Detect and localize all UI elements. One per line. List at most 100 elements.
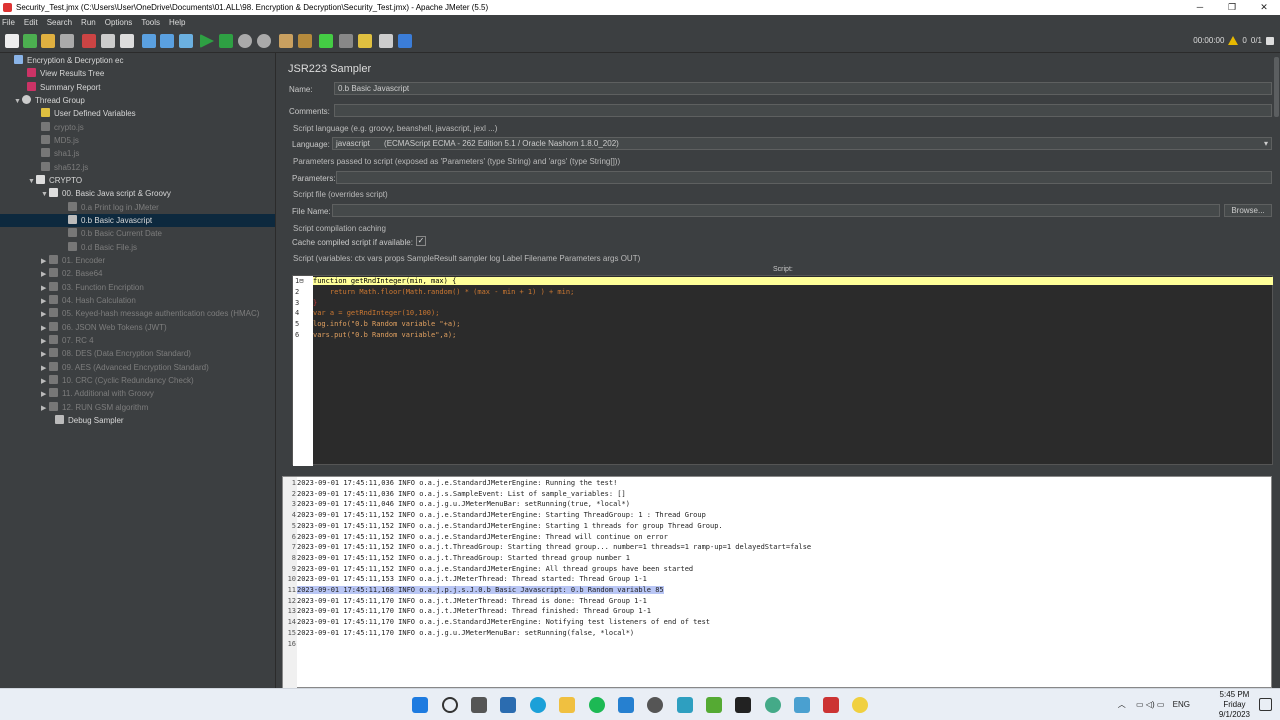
list-icon[interactable] bbox=[379, 34, 393, 48]
tree-item-view-results-tree[interactable]: View Results Tree bbox=[27, 67, 104, 80]
tree-item-summary-report[interactable]: Summary Report bbox=[27, 81, 100, 94]
expand-icon[interactable] bbox=[142, 34, 156, 48]
collapse-icon[interactable] bbox=[160, 34, 174, 48]
new-icon[interactable] bbox=[5, 34, 19, 48]
tree-item-additional-groovy[interactable]: ▶ 11. Additional with Groovy bbox=[41, 387, 154, 400]
open-icon[interactable] bbox=[41, 34, 55, 48]
tree-item-basic-file-js[interactable]: 0.d Basic File.js bbox=[68, 241, 137, 254]
battery-icon[interactable]: ▭ bbox=[1157, 700, 1165, 709]
comments-field[interactable] bbox=[334, 104, 1272, 117]
language-select[interactable]: javascript (ECMAScript ECMA - 262 Editio… bbox=[332, 137, 1272, 150]
menu-file[interactable]: File bbox=[2, 18, 15, 27]
menu-edit[interactable]: Edit bbox=[24, 18, 38, 27]
paste-icon[interactable] bbox=[120, 34, 134, 48]
tree-item-sha1-js[interactable]: sha1.js bbox=[41, 147, 79, 160]
help-icon[interactable] bbox=[398, 34, 412, 48]
tree-item-gsm-algorithm[interactable]: ▶ 12. RUN GSM algorithm bbox=[41, 401, 148, 414]
panel-scrollbar[interactable] bbox=[1273, 53, 1280, 468]
tree-item-md5-js[interactable]: MD5.js bbox=[41, 134, 79, 147]
chevron-down-icon[interactable]: ▼ bbox=[41, 188, 49, 201]
tree-item-debug-sampler[interactable]: Debug Sampler bbox=[55, 414, 124, 427]
tree-item-aes[interactable]: ▶ 09. AES (Advanced Encryption Standard) bbox=[41, 361, 209, 374]
close-button[interactable]: ✕ bbox=[1248, 0, 1280, 15]
chrome-icon[interactable] bbox=[765, 697, 781, 713]
search-icon[interactable] bbox=[319, 34, 333, 48]
browse-button[interactable]: Browse... bbox=[1224, 204, 1272, 217]
cache-checkbox[interactable]: ✓ bbox=[416, 236, 426, 246]
tree-item-thread-group[interactable]: ▼ Thread Group bbox=[14, 94, 85, 107]
stop-icon[interactable] bbox=[238, 34, 252, 48]
tree-item-crypto[interactable]: ▼ CRYPTO bbox=[28, 174, 82, 187]
tree-item-sha512-js[interactable]: sha512.js bbox=[41, 161, 88, 174]
split-pane-divider[interactable] bbox=[276, 53, 280, 688]
chevron-right-icon[interactable]: ▶ bbox=[41, 402, 49, 415]
chevron-down-icon[interactable]: ▼ bbox=[14, 95, 22, 108]
task-view-icon[interactable] bbox=[471, 697, 487, 713]
tree-item-crypto-js[interactable]: crypto.js bbox=[41, 121, 84, 134]
system-tray[interactable]: ︿ ▭ ◁) ▭ ENG bbox=[1118, 699, 1190, 710]
start-icon[interactable] bbox=[200, 34, 214, 48]
chevron-right-icon[interactable]: ▶ bbox=[41, 388, 49, 401]
tree-item-crc[interactable]: ▶ 10. CRC (Cyclic Redundancy Check) bbox=[41, 374, 194, 387]
log-viewer[interactable]: 12023-09-01 17:45:11,036 INFO o.a.j.e.St… bbox=[282, 476, 1272, 689]
chevron-down-icon[interactable]: ▾ bbox=[1264, 138, 1268, 149]
script-editor[interactable]: 1⊟ 2 3 4 5 6 function getRndInteger(min,… bbox=[292, 275, 1273, 466]
tree-item-function-encription[interactable]: ▶ 03. Function Encription bbox=[41, 281, 144, 294]
name-field[interactable]: 0.b Basic Javascript bbox=[334, 82, 1272, 95]
jmeter-taskbar-icon[interactable] bbox=[823, 697, 839, 713]
menu-tools[interactable]: Tools bbox=[141, 18, 160, 27]
clear-icon[interactable] bbox=[279, 34, 293, 48]
tree-item-user-defined-variables[interactable]: User Defined Variables bbox=[41, 107, 136, 120]
chevron-right-icon[interactable]: ▶ bbox=[41, 348, 49, 361]
language-indicator[interactable]: ENG bbox=[1173, 700, 1190, 709]
spotify-icon[interactable] bbox=[589, 697, 605, 713]
parameters-field[interactable] bbox=[336, 171, 1272, 184]
clock[interactable]: 5:45 PM Friday 9/1/2023 bbox=[1219, 690, 1250, 720]
tree-item-encoder[interactable]: ▶ 01. Encoder bbox=[41, 254, 105, 267]
file-explorer-icon[interactable] bbox=[559, 697, 575, 713]
remote-desktop-icon[interactable] bbox=[794, 697, 810, 713]
tree-item-base64[interactable]: ▶ 02. Base64 bbox=[41, 267, 102, 280]
app-yellow-icon[interactable] bbox=[852, 697, 868, 713]
templates-icon[interactable] bbox=[23, 34, 37, 48]
windows-start-icon[interactable] bbox=[412, 697, 428, 713]
tree-item-basic-current-date[interactable]: 0.b Basic Current Date bbox=[68, 227, 162, 240]
search-icon[interactable] bbox=[442, 697, 458, 713]
start-no-pauses-icon[interactable] bbox=[219, 34, 233, 48]
edge-icon[interactable] bbox=[530, 697, 546, 713]
tree-item-rc4[interactable]: ▶ 07. RC 4 bbox=[41, 334, 94, 347]
tree-item-hmac[interactable]: ▶ 05. Keyed-hash message authentication c… bbox=[41, 307, 259, 320]
menu-search[interactable]: Search bbox=[47, 18, 72, 27]
menu-run[interactable]: Run bbox=[81, 18, 96, 27]
tree-item-des[interactable]: ▶ 08. DES (Data Encryption Standard) bbox=[41, 347, 191, 360]
volume-icon[interactable]: ◁) bbox=[1146, 700, 1155, 709]
save-icon[interactable] bbox=[60, 34, 74, 48]
shutdown-icon[interactable] bbox=[257, 34, 271, 48]
menu-options[interactable]: Options bbox=[105, 18, 133, 27]
notepad-icon[interactable] bbox=[677, 697, 693, 713]
menu-help[interactable]: Help bbox=[169, 18, 185, 27]
tray-chevron-icon[interactable]: ︿ bbox=[1118, 700, 1126, 709]
minimize-button[interactable]: ─ bbox=[1184, 0, 1216, 15]
app-icon[interactable] bbox=[706, 697, 722, 713]
function-helper-icon[interactable] bbox=[358, 34, 372, 48]
remote-grid-icon[interactable] bbox=[1266, 36, 1274, 45]
tree-item-basic-java-script-groovy[interactable]: ▼ 00. Basic Java script & Groovy bbox=[41, 187, 171, 200]
settings-icon[interactable] bbox=[647, 697, 663, 713]
chevron-right-icon[interactable]: ▶ bbox=[41, 268, 49, 281]
tree-item-jwt[interactable]: ▶ 06. JSON Web Tokens (JWT) bbox=[41, 321, 167, 334]
copy-icon[interactable] bbox=[101, 34, 115, 48]
network-icon[interactable]: ▭ bbox=[1136, 700, 1144, 709]
warning-icon[interactable] bbox=[1228, 36, 1239, 45]
tree-item-basic-javascript[interactable]: 0.b Basic Javascript bbox=[0, 214, 275, 227]
cut-icon[interactable] bbox=[82, 34, 96, 48]
clear-all-icon[interactable] bbox=[298, 34, 312, 48]
chevron-down-icon[interactable]: ▼ bbox=[28, 175, 36, 188]
vscode-icon[interactable] bbox=[618, 697, 634, 713]
reset-search-icon[interactable] bbox=[339, 34, 353, 48]
tree-item-test-plan[interactable]: Encryption & Decryption ec bbox=[14, 54, 124, 67]
toggle-icon[interactable] bbox=[179, 34, 193, 48]
maximize-button[interactable]: ❐ bbox=[1216, 0, 1248, 15]
file-name-field[interactable] bbox=[332, 204, 1220, 217]
tree-item-hash-calculation[interactable]: ▶ 04. Hash Calculation bbox=[41, 294, 136, 307]
